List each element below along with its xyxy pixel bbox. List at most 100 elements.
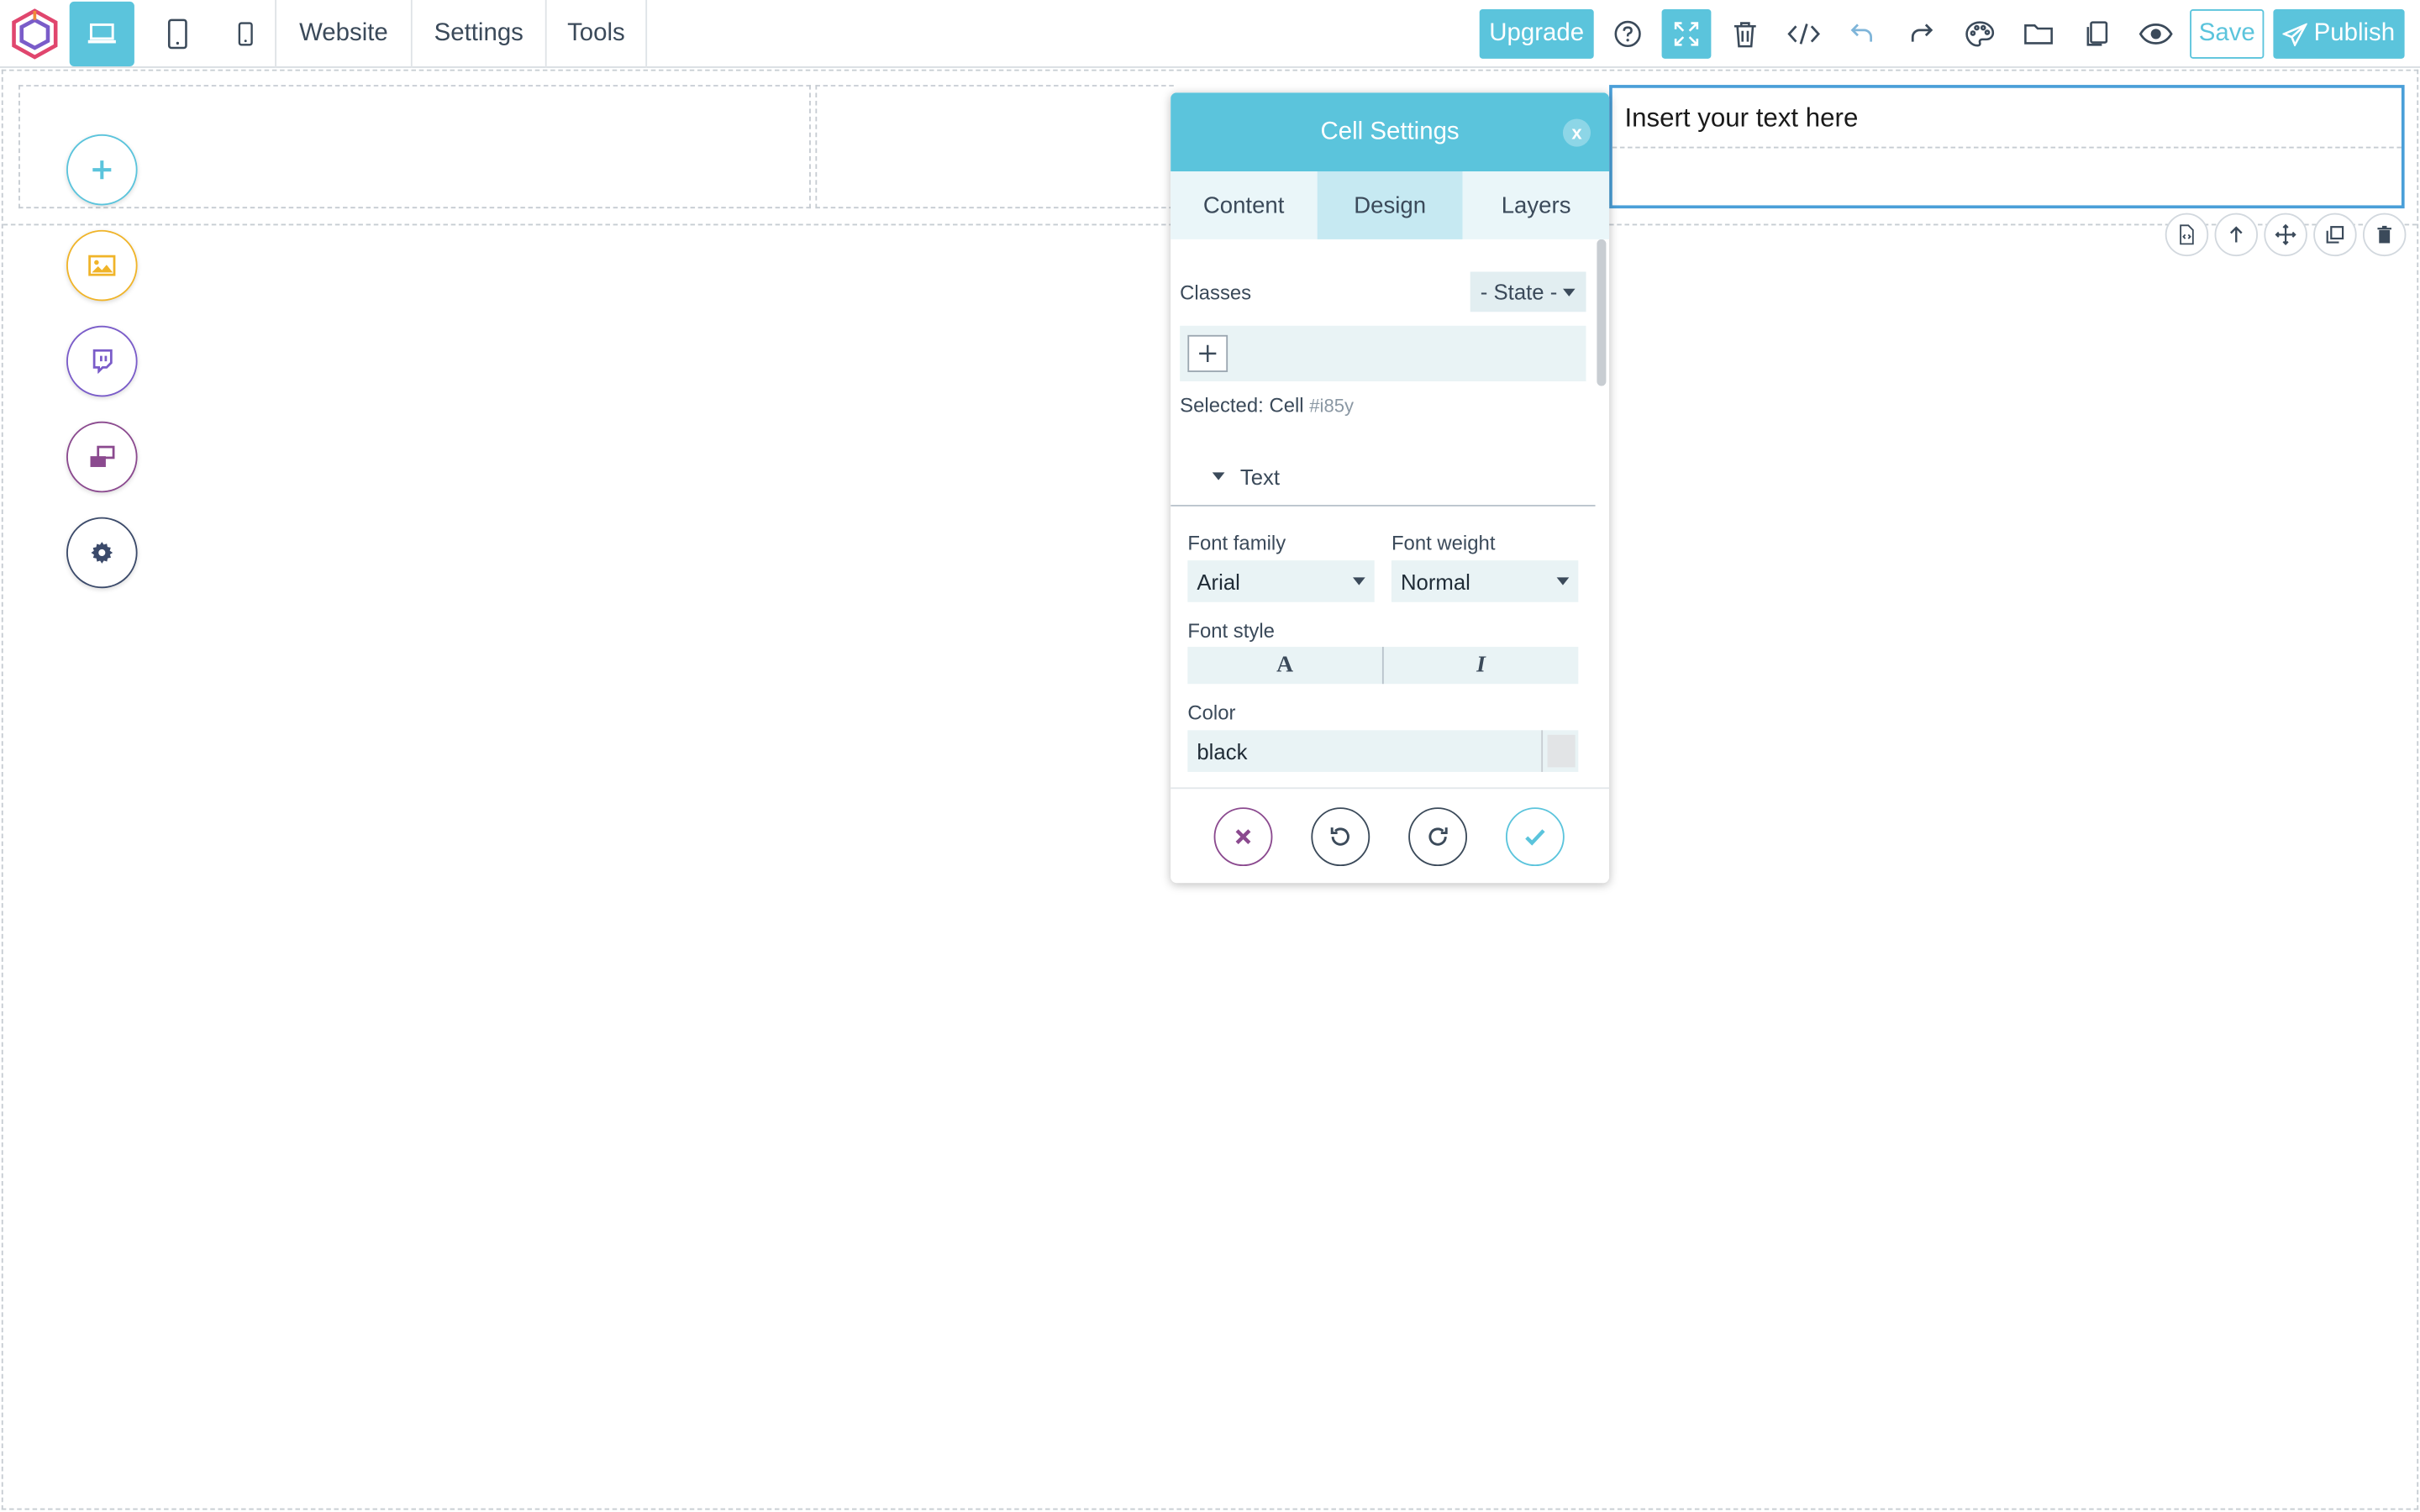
font-style-italic-button[interactable]: I	[1381, 647, 1578, 685]
open-button[interactable]	[2015, 11, 2061, 57]
menu-settings[interactable]: Settings	[410, 0, 545, 68]
image-icon	[88, 255, 116, 276]
color-swatch-preview	[1546, 734, 1575, 768]
state-select-value: - State -	[1480, 279, 1558, 305]
color-value: black	[1197, 738, 1248, 764]
cell-delete-button[interactable]	[2362, 213, 2407, 257]
plus-icon	[92, 160, 112, 180]
preview-button[interactable]	[2133, 11, 2179, 57]
caret-down-icon	[1556, 577, 1570, 585]
font-weight-label: Font weight	[1391, 531, 1496, 554]
cell-move-button[interactable]	[2264, 213, 2307, 257]
cell-code-button[interactable]	[2165, 213, 2209, 257]
selected-id: #i85y	[1309, 395, 1355, 417]
top-toolbar: Website Settings Tools Upgrade Save Publ…	[0, 0, 2420, 68]
font-family-select[interactable]: Arial	[1187, 560, 1375, 602]
mobile-icon	[237, 21, 252, 45]
close-icon	[1235, 829, 1251, 845]
text-block[interactable]: Insert your text here	[1624, 103, 1858, 134]
apply-button[interactable]	[1505, 807, 1565, 867]
redo-button[interactable]	[1408, 807, 1468, 867]
panel-close-button[interactable]: x	[1562, 118, 1591, 147]
cancel-button[interactable]	[1213, 807, 1273, 867]
cell-select-parent-button[interactable]	[2214, 213, 2259, 257]
reset-button[interactable]	[1311, 807, 1370, 867]
palette-icon	[1965, 21, 1995, 47]
cell-divider	[1612, 146, 2402, 149]
device-desktop-button[interactable]	[69, 1, 134, 67]
font-style-normal-button[interactable]: A	[1187, 647, 1382, 684]
canvas-cell[interactable]	[815, 85, 1174, 209]
clone-icon	[2326, 226, 2344, 244]
help-button[interactable]	[1605, 11, 1651, 57]
add-block-button[interactable]	[66, 134, 138, 206]
tab-content[interactable]: Content	[1171, 171, 1317, 239]
fullscreen-button[interactable]	[1661, 9, 1712, 59]
panel-body: Classes - State - Selected: Cell #i85y T…	[1171, 239, 1609, 787]
sector-title-label: Text	[1239, 464, 1281, 489]
undo-button[interactable]	[1839, 11, 1886, 57]
color-input[interactable]: black	[1187, 730, 1579, 772]
classes-label: Classes	[1180, 281, 1252, 305]
redo-button[interactable]	[1898, 11, 1944, 57]
undo-icon	[1850, 24, 1872, 42]
trash-icon	[2377, 225, 2391, 244]
selected-name: Cell	[1269, 393, 1304, 417]
color-swatch[interactable]	[1541, 730, 1578, 772]
save-button[interactable]: Save	[2190, 9, 2265, 59]
selected-label: Selected:	[1180, 393, 1264, 417]
caret-down-icon	[1212, 472, 1225, 480]
tab-layers[interactable]: Layers	[1463, 171, 1609, 239]
device-tablet-button[interactable]	[142, 0, 212, 66]
font-family-label: Font family	[1187, 531, 1286, 554]
pages-button[interactable]	[2074, 11, 2120, 57]
layout-blocks-button[interactable]	[66, 421, 138, 493]
device-mobile-button[interactable]	[210, 0, 280, 66]
help-icon	[1614, 20, 1641, 48]
menu-website[interactable]: Website	[275, 0, 411, 68]
delete-all-button[interactable]	[1722, 11, 1768, 57]
move-icon	[2275, 223, 2296, 245]
theme-button[interactable]	[1957, 11, 2003, 57]
paper-plane-icon	[2282, 22, 2308, 46]
tablet-icon	[167, 18, 187, 49]
upgrade-button[interactable]: Upgrade	[1479, 9, 1594, 59]
add-class-button[interactable]	[1187, 334, 1228, 372]
trash-icon	[1733, 22, 1756, 48]
cell-settings-panel: Cell Settings x Content Design Layers Cl…	[1171, 92, 1610, 884]
global-settings-button[interactable]	[66, 517, 138, 589]
publish-button[interactable]: Publish	[2273, 9, 2405, 59]
cell-clone-button[interactable]	[2313, 213, 2357, 257]
file-code-icon	[2180, 224, 2194, 245]
media-button[interactable]	[66, 229, 138, 302]
selected-info: Selected: Cell #i85y	[1180, 394, 1354, 417]
social-button[interactable]	[66, 325, 138, 397]
selected-text-cell[interactable]: Insert your text here	[1609, 85, 2405, 209]
menu-tools[interactable]: Tools	[544, 0, 648, 68]
font-weight-select[interactable]: Normal	[1391, 560, 1579, 602]
font-weight-value: Normal	[1400, 569, 1470, 594]
undo-icon	[1330, 827, 1349, 846]
panel-header[interactable]: Cell Settings x	[1171, 92, 1610, 172]
cell-toolbar	[2165, 213, 2407, 257]
panel-scrollbar[interactable]	[1597, 239, 1607, 386]
blocks-icon	[90, 445, 115, 467]
expand-icon	[1674, 22, 1699, 46]
font-family-value: Arial	[1197, 569, 1240, 594]
panel-title: Cell Settings	[1320, 118, 1460, 144]
tab-design[interactable]: Design	[1317, 171, 1464, 239]
copy-pages-icon	[2086, 21, 2108, 46]
folder-icon	[2024, 24, 2053, 45]
eye-icon	[2139, 24, 2173, 45]
classes-box	[1180, 325, 1586, 381]
canvas-cell[interactable]	[18, 85, 811, 209]
sector-text-toggle[interactable]: Text	[1171, 448, 1596, 507]
arrow-up-icon	[2230, 226, 2243, 243]
check-icon	[1525, 829, 1545, 846]
code-view-button[interactable]	[1781, 11, 1827, 57]
redo-icon	[1911, 24, 1933, 42]
color-label: Color	[1187, 701, 1236, 724]
code-icon	[1787, 24, 1820, 45]
state-select[interactable]: - State -	[1470, 271, 1586, 312]
font-style-label: Font style	[1187, 618, 1275, 643]
